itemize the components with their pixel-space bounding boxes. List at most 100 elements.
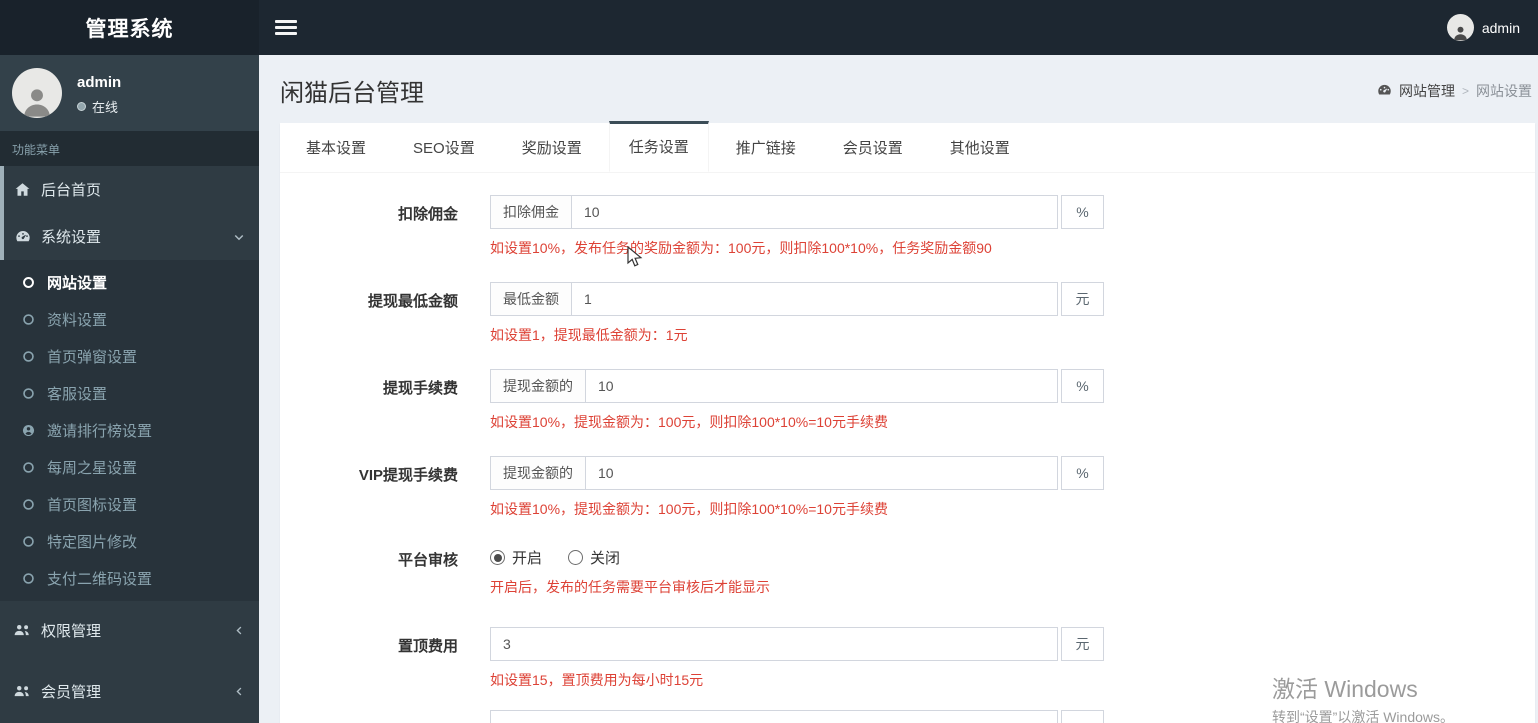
circle-icon: [22, 313, 35, 326]
status-dot-icon: [77, 102, 86, 111]
sidebar-item-customer-service-settings[interactable]: 客服设置: [0, 375, 259, 412]
app-root: 管理系统 admin admin 在线 功能菜单 后台首页 系统设置 网站设置 …: [0, 0, 1538, 723]
sidebar-item-permission-management[interactable]: 权限管理: [0, 607, 259, 654]
user-menu[interactable]: admin: [1446, 14, 1520, 41]
sidebar-item-label: 系统设置: [41, 229, 102, 246]
settings-panel: 基本设置 SEO设置 奖励设置 任务设置 推广链接 会员设置 其他设置 扣除佣金: [280, 121, 1535, 723]
tab-member-settings[interactable]: 会员设置: [823, 123, 923, 172]
platform-review-radio-group: 开启 关闭: [490, 543, 770, 568]
sidebar-menu: 后台首页 系统设置 网站设置 资料设置 首页弹窗设置 客服设置 邀请排行榜设置 …: [0, 166, 259, 723]
menu-section-label: 功能菜单: [0, 131, 259, 166]
radio-option-off[interactable]: 关闭: [568, 547, 620, 568]
main-content: 闲猫后台管理 网站管理 > 网站设置 基本设置 SEO设置 奖励设置 任务设置 …: [259, 55, 1538, 723]
circle-icon: [22, 535, 35, 548]
field-hint: 如设置10%，发布任务的奖励金额为：100元，则扣除100*10%，任务奖励金额…: [490, 240, 992, 256]
field-label: 置顶费用: [397, 638, 458, 655]
chevron-left-icon: [234, 686, 245, 697]
sidebar-item-specific-image-edit[interactable]: 特定图片修改: [0, 523, 259, 560]
sidebar-item-label: 后台首页: [41, 182, 102, 199]
sidebar: admin 在线 功能菜单 后台首页 系统设置 网站设置 资料设置 首页弹窗设置…: [0, 55, 259, 723]
vip-withdraw-fee-input[interactable]: [586, 457, 1057, 489]
radio-unchecked-icon[interactable]: [568, 550, 584, 565]
radio-checked-icon[interactable]: [490, 550, 505, 565]
avatar: [1446, 14, 1474, 41]
circle-icon: [22, 350, 35, 363]
sidebar-item-invite-ranking-settings[interactable]: 邀请排行榜设置: [0, 412, 259, 449]
tab-basic-settings[interactable]: 基本设置: [286, 123, 386, 172]
input-suffix-addon: [1061, 710, 1104, 723]
sidebar-toggle-button[interactable]: [275, 17, 297, 38]
tab-task-settings[interactable]: 任务设置: [608, 121, 709, 172]
tab-promotion-link[interactable]: 推广链接: [716, 123, 816, 172]
field-hint: 如设置10%，提现金额为：100元，则扣除100*10%=10元手续费: [490, 414, 888, 430]
sidebar-item-home-popup-settings[interactable]: 首页弹窗设置: [0, 338, 259, 375]
chevron-down-icon: [233, 231, 245, 243]
input-prefix-addon: 提现金额的: [491, 457, 586, 489]
input-suffix-addon: %: [1061, 456, 1104, 490]
topbar-username: admin: [1481, 19, 1520, 36]
form-row-platform-review: 平台审核 开启 关闭 开启后，发布的任务需要平台审核后才能显示: [280, 543, 1535, 597]
field-hint: 如设置15，置顶费用为每小时15元: [490, 672, 704, 688]
dashboard-icon: [14, 229, 31, 245]
breadcrumb-current: 网站设置: [1476, 82, 1532, 99]
input-prefix-addon: 提现金额的: [491, 370, 586, 402]
input-suffix-addon: 元: [1061, 282, 1104, 316]
sidebar-item-label: 首页弹窗设置: [47, 349, 138, 366]
input-suffix-addon: %: [1061, 369, 1104, 403]
pin-fee-input[interactable]: [491, 628, 1057, 660]
form-row-withdraw-fee: 提现手续费 提现金额的 % 如设置10%，提现金额为：100元，则扣除100*1…: [280, 369, 1535, 432]
user-circle-icon: [22, 424, 35, 437]
field-label: 提现最低金额: [367, 293, 458, 310]
home-icon: [14, 182, 31, 197]
avatar: [12, 68, 62, 118]
chevron-left-icon: [234, 625, 245, 636]
sidebar-item-label: 资料设置: [47, 312, 108, 329]
sidebar-item-payment-qrcode-settings[interactable]: 支付二维码设置: [0, 560, 259, 597]
form-row-vip-withdraw-fee: VIP提现手续费 提现金额的 % 如设置10%，提现金额为：100元，则扣除10…: [280, 456, 1535, 519]
sidebar-item-label: 权限管理: [41, 623, 102, 640]
radio-label: 关闭: [590, 550, 621, 567]
tab-other-settings[interactable]: 其他设置: [930, 123, 1030, 172]
sidebar-item-label: 每周之星设置: [47, 460, 138, 477]
sidebar-item-label: 特定图片修改: [47, 534, 138, 551]
topbar-main: admin: [259, 0, 1538, 55]
user-status: 在线: [77, 97, 121, 116]
form-row-commission-deduction: 扣除佣金 扣除佣金 % 如设置10%，发布任务的奖励金额为：100元，则扣除10…: [280, 195, 1535, 258]
field-label: 扣除佣金: [397, 206, 458, 223]
input-suffix-addon: %: [1061, 195, 1104, 229]
sidebar-item-site-settings[interactable]: 网站设置: [0, 264, 259, 301]
radio-option-on[interactable]: 开启: [490, 547, 542, 568]
input-suffix-addon: 元: [1061, 627, 1104, 661]
sidebar-item-member-management[interactable]: 会员管理: [0, 668, 259, 715]
sidebar-item-label: 会员管理: [41, 684, 102, 701]
field-hint: 开启后，发布的任务需要平台审核后才能显示: [490, 579, 770, 595]
sidebar-username: admin: [77, 74, 122, 91]
form-row-pin-fee: 置顶费用 元 如设置15，置顶费用为每小时15元: [280, 627, 1535, 690]
breadcrumb-parent[interactable]: 网站管理: [1399, 81, 1455, 101]
field-label: VIP提现手续费: [358, 467, 458, 484]
settings-tabs: 基本设置 SEO设置 奖励设置 任务设置 推广链接 会员设置 其他设置: [280, 121, 1535, 173]
input-prefix-addon: 最低金额: [491, 283, 572, 315]
brand-logo[interactable]: 管理系统: [0, 0, 259, 55]
breadcrumb-separator: >: [1461, 83, 1469, 98]
sidebar-item-system-settings[interactable]: 系统设置: [0, 213, 259, 260]
sidebar-item-home-icon-settings[interactable]: 首页图标设置: [0, 486, 259, 523]
circle-icon: [22, 461, 35, 474]
input-prefix-addon: 扣除佣金: [491, 196, 572, 228]
withdraw-fee-input[interactable]: [586, 370, 1057, 402]
breadcrumb: 网站管理 > 网站设置: [1377, 81, 1534, 101]
sidebar-item-profile-settings[interactable]: 资料设置: [0, 301, 259, 338]
min-withdraw-amount-input[interactable]: [572, 283, 1057, 315]
sidebar-item-label: 邀请排行榜设置: [47, 423, 153, 440]
circle-icon: [22, 572, 35, 585]
sidebar-item-weekly-star-settings[interactable]: 每周之星设置: [0, 449, 259, 486]
sidebar-item-home[interactable]: 后台首页: [0, 166, 259, 213]
tab-seo-settings[interactable]: SEO设置: [393, 123, 495, 172]
commission-deduction-input[interactable]: [572, 196, 1057, 228]
content-header: 闲猫后台管理 网站管理 > 网站设置: [259, 55, 1538, 120]
tab-reward-settings[interactable]: 奖励设置: [502, 123, 602, 172]
radio-label: 开启: [512, 550, 543, 567]
circle-icon: [22, 276, 35, 289]
clipped-input[interactable]: [491, 711, 1057, 723]
sidebar-item-label: 网站设置: [47, 275, 108, 292]
